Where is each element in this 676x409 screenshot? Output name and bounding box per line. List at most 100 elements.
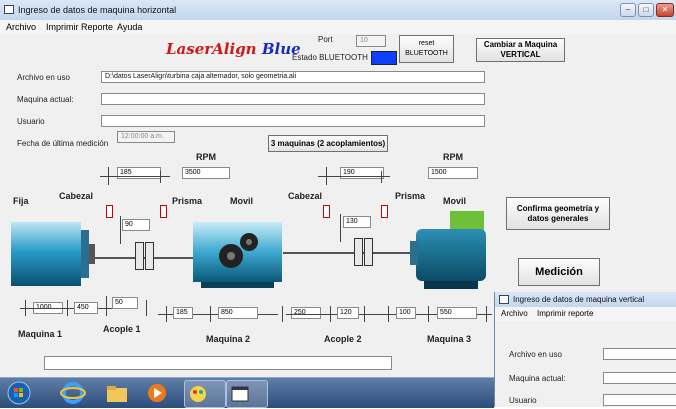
- dim-line: [286, 314, 386, 315]
- vertical-window: Ingreso de datos de maquina vertical Arc…: [494, 292, 676, 407]
- acople1-top-field[interactable]: 185: [117, 167, 161, 179]
- vertical-window-title: Ingreso de datos de maquina vertical: [513, 295, 645, 304]
- movil-label-1: Movil: [230, 196, 254, 206]
- fixed-machine-image: [11, 216, 95, 292]
- port-field[interactable]: 10: [356, 35, 386, 47]
- vertical-title-bar: Ingreso de datos de maquina vertical: [495, 292, 676, 308]
- coupling-2-half-right: [364, 238, 373, 266]
- menu-archivo[interactable]: Archivo: [6, 22, 36, 32]
- maquinas-acoplamientos-button[interactable]: 3 maquinas (2 acoplamientos): [268, 135, 388, 152]
- dim-tick: [364, 306, 365, 322]
- reset-bluetooth-button[interactable]: reset BLUETOOTH: [399, 35, 454, 63]
- minimize-button[interactable]: –: [620, 3, 636, 17]
- dim-tick: [67, 300, 68, 316]
- taskbar: [0, 377, 494, 408]
- usuario-field[interactable]: [101, 115, 485, 127]
- maquina-2-label: Maquina 2: [206, 334, 251, 344]
- prisma-label-1: Prisma: [172, 196, 203, 206]
- dim-tick: [340, 214, 341, 242]
- acople2-bottom-field[interactable]: 120: [337, 307, 359, 319]
- fecha-label: Fecha de última medición: [17, 139, 109, 148]
- dim-tick: [388, 306, 389, 322]
- coupling-1-half-left: [135, 242, 144, 270]
- acople-2-label: Acople 2: [324, 334, 362, 344]
- dim-tick: [330, 306, 331, 322]
- vertical-maquina-label: Maquina actual:: [509, 374, 566, 383]
- dim-tick: [282, 306, 283, 322]
- close-button[interactable]: ✕: [656, 3, 674, 17]
- prisma-2-sensor: [381, 205, 388, 218]
- cabezal-label-1: Cabezal: [59, 191, 94, 201]
- vertical-maquina-field[interactable]: [603, 372, 676, 384]
- vertical-archivo-label: Archivo en uso: [509, 350, 562, 359]
- dim-line: [318, 176, 390, 177]
- maquina1-right-field[interactable]: 450: [74, 302, 98, 314]
- dim-tick: [120, 216, 121, 244]
- bluetooth-status-label: Estado BLUETOOTH: [292, 53, 368, 62]
- app-icon: [4, 5, 14, 14]
- gearbox-machine-image: [193, 212, 282, 288]
- vertical-usuario-field[interactable]: [603, 394, 676, 406]
- usuario-label: Usuario: [17, 117, 45, 126]
- dim-tick: [146, 300, 147, 316]
- title-bar: Ingreso de datos de maquina horizontal –…: [0, 0, 676, 21]
- rpm-label-2: RPM: [443, 152, 463, 162]
- menu-bar: Archivo Imprimir Reporte Ayuda: [0, 20, 676, 34]
- dim-tick: [106, 296, 107, 316]
- dim-tick: [160, 171, 161, 183]
- rpm-field-2[interactable]: 1500: [428, 167, 478, 179]
- bluetooth-status-indicator: [371, 51, 397, 65]
- media-player-icon[interactable]: [144, 380, 184, 406]
- acople2-top-field[interactable]: 190: [340, 167, 384, 179]
- acople2-left-field[interactable]: 250: [291, 307, 321, 319]
- confirma-geometria-button[interactable]: Confirma geometría y datos generales: [506, 197, 610, 230]
- motor-machine-image: [410, 211, 492, 291]
- dim-tick: [486, 306, 487, 322]
- paint-icon[interactable]: [184, 380, 226, 408]
- acople2-mid-field[interactable]: 130: [343, 216, 371, 228]
- acople-1-label: Acople 1: [103, 324, 141, 334]
- folder-icon[interactable]: [104, 380, 144, 406]
- window-icon[interactable]: [226, 380, 268, 408]
- vertical-menu-bar: Archivo Imprimir reporte: [495, 307, 676, 321]
- maquina2-left-field[interactable]: 185: [173, 307, 193, 319]
- dim-tick: [381, 171, 382, 183]
- maquina-3-label: Maquina 3: [427, 334, 472, 344]
- app-icon: [499, 295, 509, 304]
- archivo-field[interactable]: D:\datos LaserAlign\turbina caja alterna…: [101, 71, 485, 83]
- cabezal-2-sensor: [323, 205, 330, 218]
- menu-imprimir-reporte[interactable]: Imprimir Reporte: [46, 22, 113, 32]
- fecha-field[interactable]: 12:00:00 a.m.: [117, 131, 175, 143]
- menu2-imprimir-reporte[interactable]: Imprimir reporte: [537, 309, 593, 318]
- maquina-actual-label: Maquina actual:: [17, 95, 74, 104]
- coupling-1-half-right: [145, 242, 154, 270]
- windows-start-icon[interactable]: [6, 380, 46, 406]
- dim-tick: [210, 306, 211, 322]
- maquina2-right-field[interactable]: 850: [218, 307, 258, 319]
- rpm-label-1: RPM: [196, 152, 216, 162]
- maquina-actual-field[interactable]: [101, 93, 485, 105]
- maquina3-right-field[interactable]: 550: [437, 307, 477, 319]
- medicion-button[interactable]: Medición: [518, 258, 600, 286]
- shaft-2: [283, 252, 411, 254]
- maximize-button[interactable]: □: [638, 3, 654, 17]
- vertical-usuario-label: Usuario: [509, 396, 537, 405]
- rpm-field-1[interactable]: 3500: [182, 167, 230, 179]
- laseralign-logo: LaserAlign Blue: [166, 40, 301, 58]
- acople1-mid-field[interactable]: 90: [122, 219, 150, 231]
- prisma-1-sensor: [160, 205, 167, 218]
- internet-explorer-icon[interactable]: [60, 380, 100, 406]
- menu-ayuda[interactable]: Ayuda: [117, 22, 142, 32]
- coupling-2-half-left: [354, 238, 363, 266]
- cabezal-1-sensor: [106, 205, 113, 218]
- dim-tick: [166, 306, 167, 322]
- acople1-bottom-field[interactable]: 50: [112, 297, 138, 309]
- menu2-archivo[interactable]: Archivo: [501, 309, 528, 318]
- maquina3-left-field[interactable]: 100: [396, 307, 416, 319]
- vertical-archivo-field[interactable]: [603, 348, 676, 360]
- fija-label: Fija: [13, 196, 29, 206]
- prisma-label-2: Prisma: [395, 191, 426, 201]
- maquina-1-label: Maquina 1: [18, 329, 63, 339]
- status-field[interactable]: [44, 356, 392, 370]
- cambiar-vertical-button[interactable]: Cambiar a Maquina VERTICAL: [476, 38, 565, 62]
